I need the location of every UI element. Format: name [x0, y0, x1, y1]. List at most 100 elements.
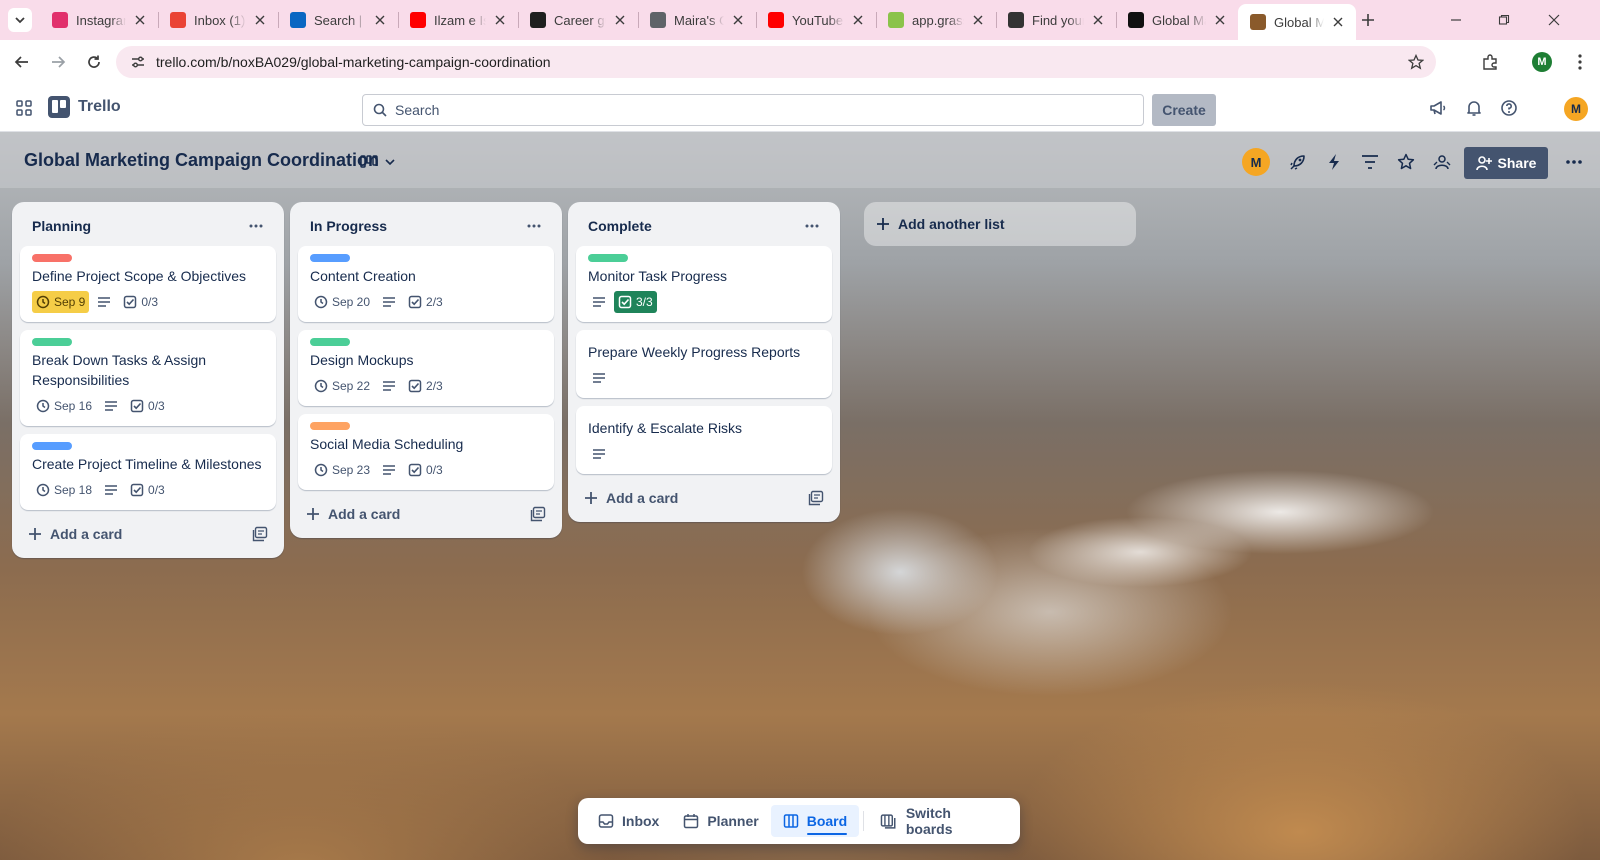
- browser-tab[interactable]: app.grass: [876, 4, 996, 36]
- due-date-badge[interactable]: Sep 23: [310, 459, 374, 481]
- card[interactable]: Prepare Weekly Progress Reports: [576, 330, 832, 398]
- board-view-switcher[interactable]: [360, 150, 404, 174]
- list-menu-button[interactable]: [242, 212, 270, 240]
- card-label[interactable]: [310, 422, 350, 430]
- app-switcher-button[interactable]: [12, 96, 36, 120]
- trello-logo[interactable]: Trello: [48, 96, 121, 118]
- search-input[interactable]: [395, 102, 1095, 118]
- close-tab-icon[interactable]: [132, 12, 148, 28]
- close-tab-icon[interactable]: [612, 12, 628, 28]
- list-header: Planning: [20, 210, 276, 242]
- add-card-button[interactable]: Add a card: [28, 526, 122, 542]
- create-button[interactable]: Create: [1152, 94, 1216, 126]
- browser-tab[interactable]: Maira's Gallery: [638, 4, 756, 36]
- board-tab[interactable]: Board: [770, 805, 860, 837]
- card[interactable]: Break Down Tasks & Assign Responsibiliti…: [20, 330, 276, 426]
- search-field[interactable]: [362, 94, 1144, 126]
- create-from-template-icon[interactable]: [530, 506, 546, 522]
- address-bar[interactable]: trello.com/b/noxBA029/global-marketing-c…: [116, 46, 1436, 78]
- power-ups-button[interactable]: [1284, 148, 1312, 176]
- add-another-list-button[interactable]: Add another list: [864, 202, 1136, 246]
- card-label[interactable]: [310, 254, 350, 262]
- browser-tab[interactable]: Ilzam e Ishq: [398, 4, 518, 36]
- restore-button[interactable]: [1492, 8, 1516, 32]
- close-tab-icon[interactable]: [252, 12, 268, 28]
- checklist-icon: [408, 295, 422, 309]
- add-card-button[interactable]: Add a card: [584, 490, 678, 506]
- close-window-button[interactable]: [1542, 8, 1566, 32]
- browser-profile-avatar[interactable]: M: [1532, 52, 1552, 72]
- site-settings-icon[interactable]: [130, 54, 146, 70]
- close-tab-icon[interactable]: [730, 12, 746, 28]
- card[interactable]: Design Mockups Sep 22 2/3: [298, 330, 554, 406]
- close-tab-icon[interactable]: [372, 12, 388, 28]
- list-menu-button[interactable]: [798, 212, 826, 240]
- browser-tab[interactable]: YouTube: [756, 4, 876, 36]
- close-tab-icon[interactable]: [970, 12, 986, 28]
- board-menu-button[interactable]: [1560, 148, 1588, 176]
- due-date-badge[interactable]: Sep 22: [310, 375, 374, 397]
- card[interactable]: Monitor Task Progress 3/3: [576, 246, 832, 322]
- close-tab-icon[interactable]: [1090, 12, 1106, 28]
- list-title[interactable]: Planning: [32, 218, 91, 234]
- card-label[interactable]: [588, 254, 628, 262]
- due-date-badge[interactable]: Sep 18: [32, 479, 96, 501]
- share-button[interactable]: Share: [1464, 147, 1548, 179]
- switch-boards-tab[interactable]: Switch boards: [868, 805, 1012, 837]
- automation-button[interactable]: [1320, 148, 1348, 176]
- browser-tab[interactable]: Global Marketing: [1238, 4, 1356, 40]
- list-title[interactable]: In Progress: [310, 218, 387, 234]
- board-member-avatar[interactable]: M: [1242, 148, 1270, 176]
- visibility-button[interactable]: [1428, 148, 1456, 176]
- extensions-button[interactable]: [1478, 50, 1502, 74]
- browser-tab[interactable]: Find your: [996, 4, 1116, 36]
- inbox-tab[interactable]: Inbox: [586, 805, 671, 837]
- due-date-badge[interactable]: Sep 16: [32, 395, 96, 417]
- card[interactable]: Social Media Scheduling Sep 23 0/3: [298, 414, 554, 490]
- minimize-button[interactable]: [1444, 8, 1468, 32]
- star-board-button[interactable]: [1392, 148, 1420, 176]
- filter-button[interactable]: [1356, 148, 1384, 176]
- bookmark-star-icon[interactable]: [1407, 53, 1425, 70]
- help-button[interactable]: [1497, 96, 1521, 120]
- browser-tab[interactable]: Global Marketing: [1116, 4, 1238, 36]
- card-label[interactable]: [32, 338, 72, 346]
- whats-new-button[interactable]: [1426, 96, 1450, 120]
- list-menu-button[interactable]: [520, 212, 548, 240]
- list-title[interactable]: Complete: [588, 218, 652, 234]
- close-tab-icon[interactable]: [1212, 12, 1228, 28]
- due-date-badge[interactable]: Sep 9: [32, 291, 90, 313]
- board-title[interactable]: Global Marketing Campaign Coordination: [24, 150, 379, 171]
- close-tab-icon[interactable]: [1330, 14, 1346, 30]
- close-tab-icon[interactable]: [850, 12, 866, 28]
- browser-menu-button[interactable]: [1568, 50, 1592, 74]
- browser-tab[interactable]: Search | LinkedIn: [278, 4, 398, 36]
- card[interactable]: Define Project Scope & Objectives Sep 9 0/…: [20, 246, 276, 322]
- notifications-button[interactable]: [1462, 96, 1486, 120]
- reload-button[interactable]: [82, 50, 106, 74]
- back-button[interactable]: [10, 50, 34, 74]
- create-from-template-icon[interactable]: [808, 490, 824, 506]
- trello-header: Trello Create M: [0, 84, 1600, 132]
- card[interactable]: Identify & Escalate Risks: [576, 406, 832, 474]
- account-avatar[interactable]: M: [1564, 97, 1588, 121]
- card-label[interactable]: [310, 338, 350, 346]
- tab-search-button[interactable]: [8, 8, 32, 32]
- star-icon: [1397, 153, 1415, 170]
- card-label[interactable]: [32, 254, 72, 262]
- close-tab-icon[interactable]: [492, 12, 508, 28]
- card-label[interactable]: [32, 442, 72, 450]
- planner-tab[interactable]: Planner: [671, 805, 770, 837]
- due-date-badge[interactable]: Sep 20: [310, 291, 374, 313]
- add-card-button[interactable]: Add a card: [306, 506, 400, 522]
- new-tab-button[interactable]: [1356, 8, 1380, 32]
- puzzle-icon: [1483, 54, 1497, 70]
- browser-tab[interactable]: Inbox (1): [158, 4, 278, 36]
- create-from-template-icon[interactable]: [252, 526, 268, 542]
- due-date-text: Sep 9: [54, 295, 86, 309]
- forward-button[interactable]: [46, 50, 70, 74]
- card[interactable]: Create Project Timeline & Milestones Sep …: [20, 434, 276, 510]
- browser-tab[interactable]: Instagram: [40, 4, 158, 36]
- browser-tab[interactable]: Career guidance: [518, 4, 638, 36]
- card[interactable]: Content Creation Sep 20 2/3: [298, 246, 554, 322]
